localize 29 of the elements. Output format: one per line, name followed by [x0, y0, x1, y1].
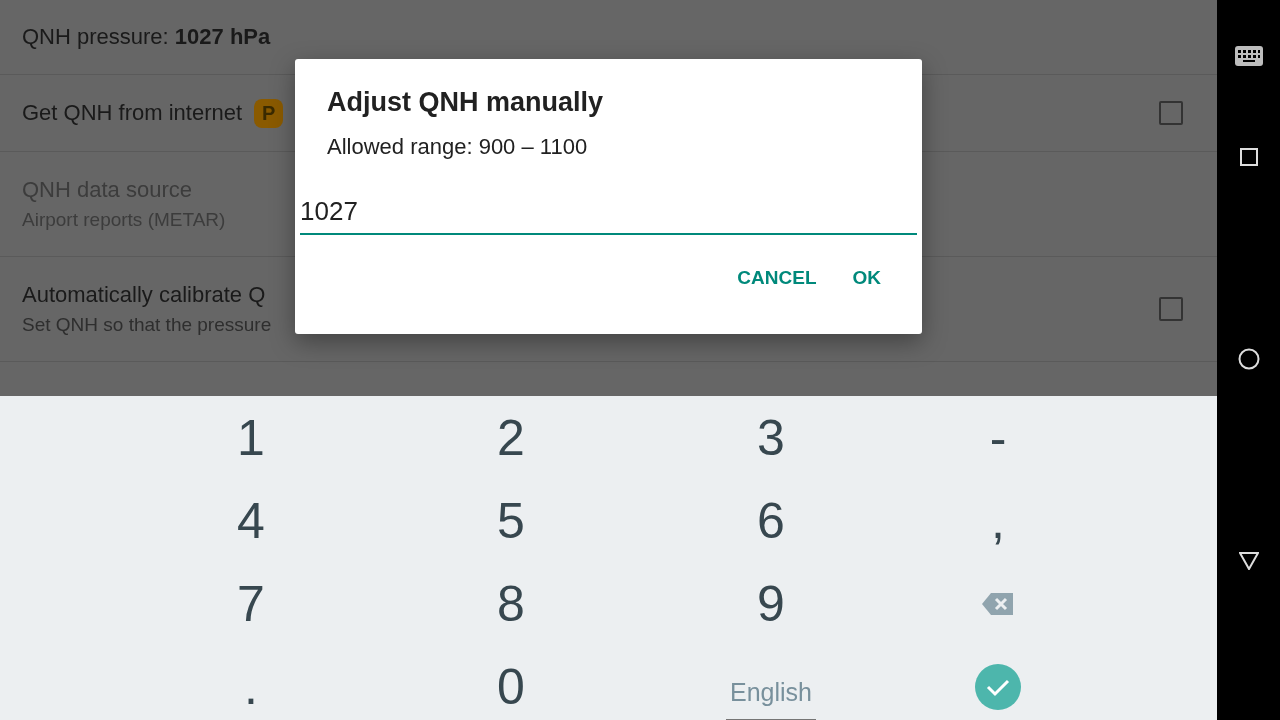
check-icon[interactable] — [975, 663, 1021, 710]
dialog-title: Adjust QNH manually — [327, 87, 604, 118]
key[interactable]: 5 — [483, 491, 539, 550]
key[interactable]: 3 — [743, 408, 799, 467]
key[interactable]: 8 — [483, 574, 539, 633]
home-icon[interactable] — [1237, 348, 1260, 370]
key[interactable]: 1 — [223, 408, 279, 467]
key[interactable]: - — [975, 408, 1021, 467]
pro-badge: P — [254, 98, 284, 128]
key[interactable]: 6 — [743, 491, 799, 550]
key[interactable]: , — [977, 491, 1019, 550]
key[interactable]: 4 — [223, 491, 279, 550]
checkbox[interactable] — [1159, 101, 1183, 125]
keyboard-icon[interactable] — [1234, 46, 1263, 66]
back-icon[interactable] — [1238, 552, 1259, 570]
pressure-label: QNH pressure: 1027 hPa — [22, 24, 271, 50]
setting-title: Automatically calibrate Q — [22, 282, 266, 308]
cancel-button[interactable]: CANCEL — [723, 259, 831, 297]
key[interactable]: 0 — [483, 657, 539, 716]
checkbox[interactable] — [1159, 297, 1183, 321]
key[interactable]: 2 — [483, 408, 539, 467]
setting-subtitle: Set QNH so that the pressure — [22, 314, 272, 336]
dialog-message: Allowed range: 900 – 1100 — [327, 134, 588, 160]
setting-title: Get QNH from internet — [22, 100, 243, 126]
key[interactable]: 9 — [743, 574, 799, 633]
key[interactable]: 7 — [223, 574, 279, 633]
ok-button[interactable]: OK — [838, 259, 895, 297]
recents-icon[interactable] — [1239, 148, 1258, 166]
key[interactable]: . — [230, 657, 272, 716]
